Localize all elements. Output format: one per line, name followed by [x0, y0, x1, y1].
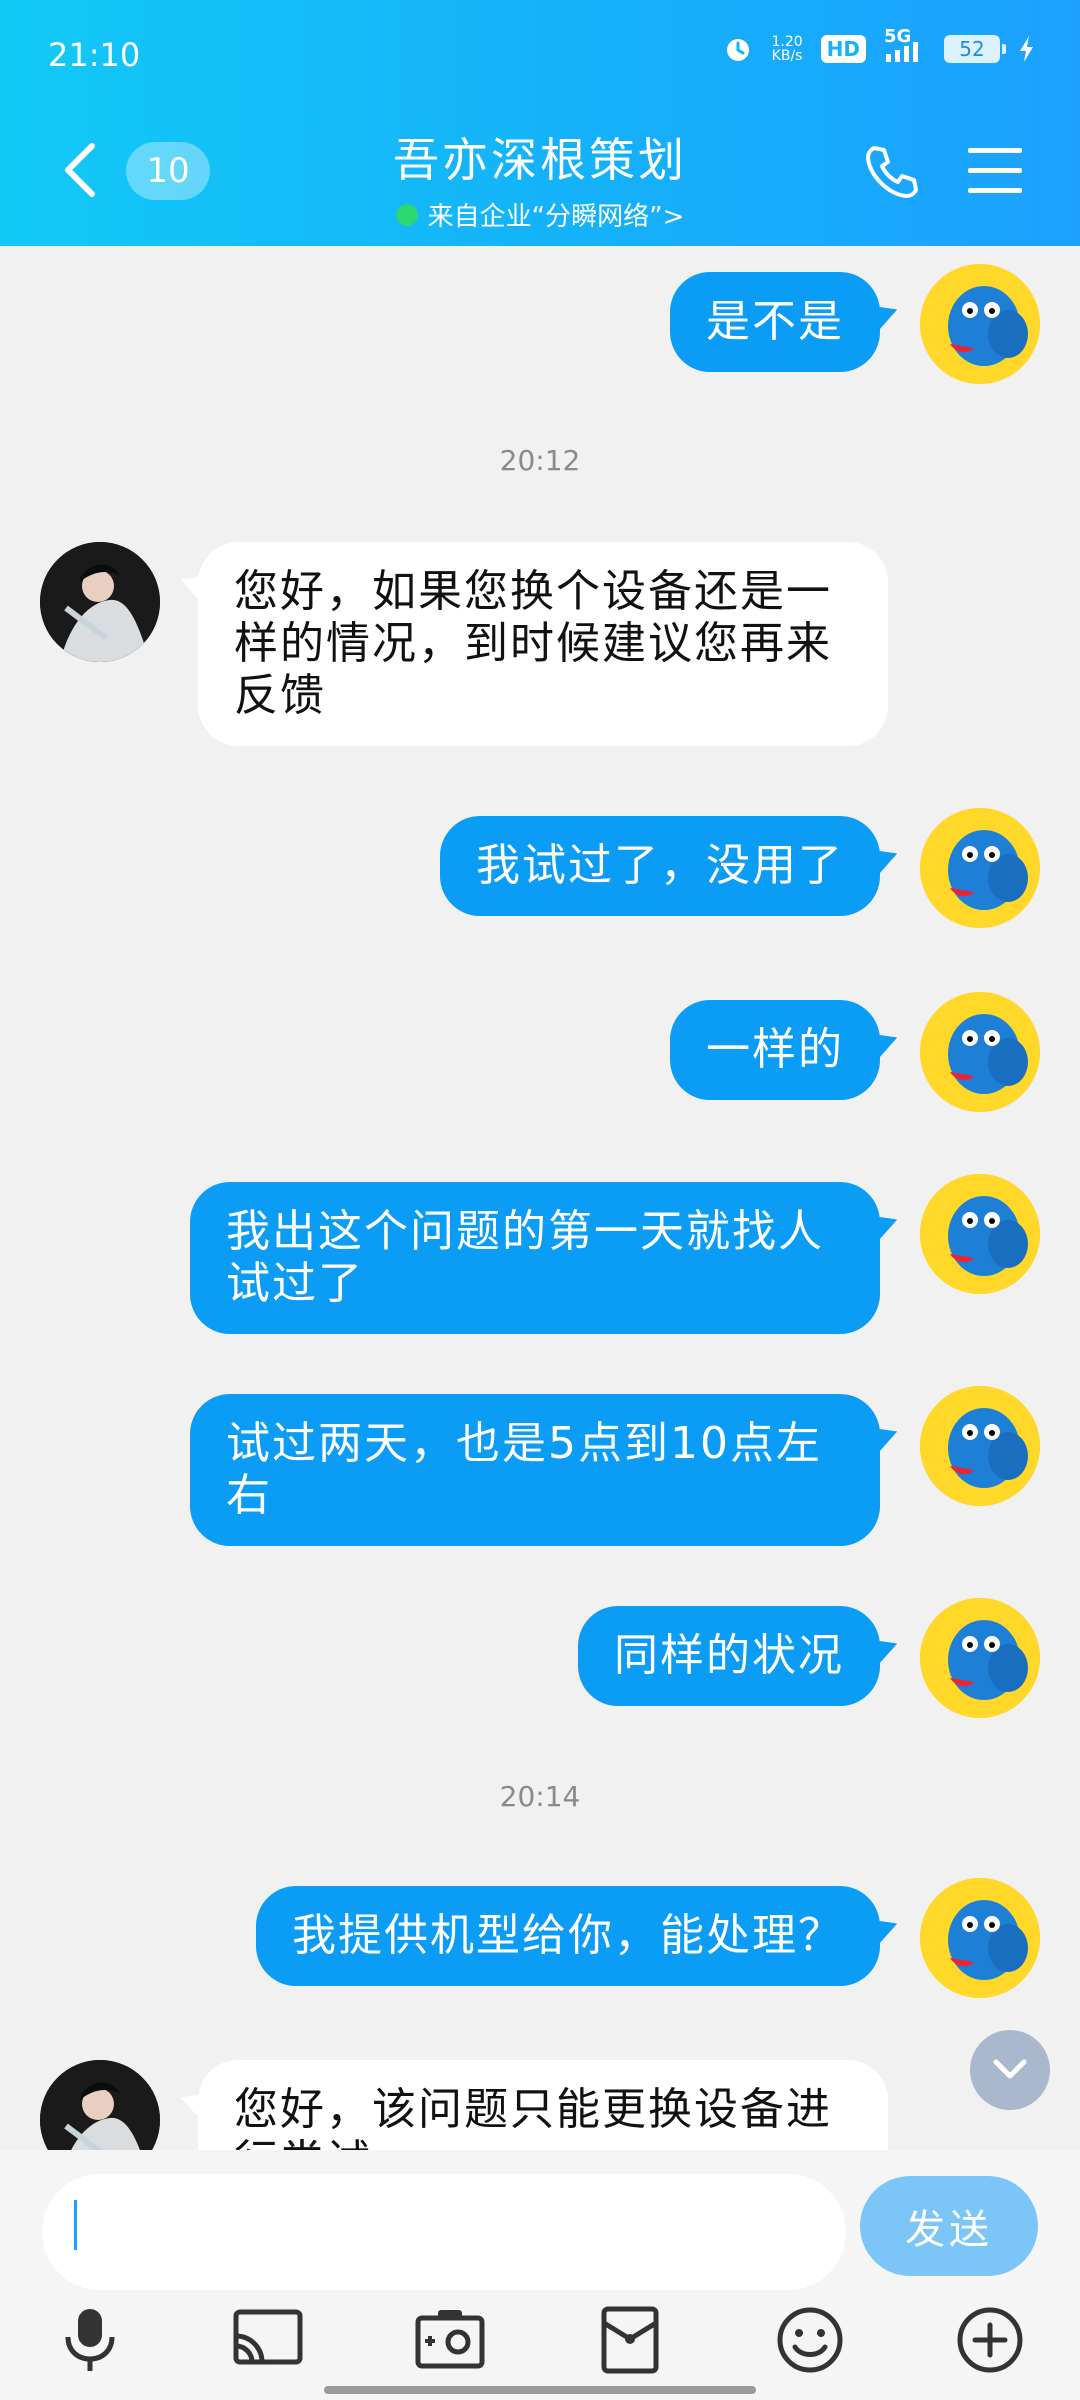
contact-message-bubble[interactable]: 您好，该问题只能更换设备进行尝试	[198, 2060, 888, 2150]
my-avatar[interactable]	[920, 1878, 1040, 1998]
emoji-button[interactable]	[770, 2300, 850, 2380]
message-row: 我提供机型给你，能处理？	[0, 1878, 1080, 2002]
contact-avatar[interactable]	[40, 2060, 160, 2150]
voice-button[interactable]	[50, 2300, 130, 2380]
my-message-bubble[interactable]: 试过两天，也是5点到10点左右	[190, 1394, 880, 1546]
send-button[interactable]: 发送	[860, 2176, 1038, 2276]
my-message-bubble[interactable]: 一样的	[670, 1000, 880, 1100]
company-source: 来自企业“分瞬网络”>	[427, 202, 685, 232]
red-packet-button[interactable]	[590, 2300, 670, 2380]
hd-badge: HD	[820, 35, 866, 63]
photo-button[interactable]	[410, 2300, 490, 2380]
blue-dog-avatar-image	[920, 808, 1040, 928]
status-icons: 1.20 KB/s HD 5G 52	[723, 26, 1036, 64]
network-speed-unit: KB/s	[771, 48, 803, 64]
composer-toolbar	[0, 2300, 1080, 2390]
contact-message-bubble[interactable]: 您好，如果您换个设备还是一样的情况，到时候建议您再来反馈	[198, 542, 888, 746]
message-input[interactable]	[42, 2174, 846, 2290]
my-message-bubble[interactable]: 我出这个问题的第一天就找人试过了	[190, 1182, 880, 1334]
my-avatar[interactable]	[920, 808, 1040, 928]
message-row: 是不是	[0, 264, 1080, 388]
red-packet-icon	[601, 2306, 659, 2374]
screen-share-button[interactable]	[228, 2300, 308, 2380]
message-row: 您好，该问题只能更换设备进行尝试	[0, 2060, 1080, 2150]
chat-title: 吾亦深根策划	[393, 133, 687, 187]
composer: 发送	[0, 2150, 1080, 2400]
plus-icon	[957, 2307, 1023, 2373]
cast-icon	[233, 2309, 303, 2365]
chat-message-list[interactable]: 是不是 20:12 您好，如果您换个设备还是一样的情况，到时候建议您再来反馈 我…	[0, 246, 1080, 2150]
more-button[interactable]	[950, 2300, 1030, 2380]
my-avatar[interactable]	[920, 1174, 1040, 1294]
chat-title-block[interactable]: 吾亦深根策划 来自企业“分瞬网络”>	[240, 124, 840, 233]
message-row: 一样的	[0, 992, 1080, 1116]
chevron-down-icon	[993, 2059, 1027, 2079]
network-speed: 1.20 KB/s	[771, 35, 802, 63]
message-row: 您好，如果您换个设备还是一样的情况，到时候建议您再来反馈	[0, 542, 1080, 752]
blue-dog-avatar-image	[920, 1878, 1040, 1998]
status-bar: 21:10 1.20 KB/s HD 5G 52	[0, 0, 1080, 110]
blue-dog-avatar-image	[920, 1598, 1040, 1718]
message-row: 我出这个问题的第一天就找人试过了	[0, 1174, 1080, 1334]
my-message-bubble[interactable]: 我试过了，没用了	[440, 816, 880, 916]
menu-icon	[968, 148, 1022, 193]
message-row: 试过两天，也是5点到10点左右	[0, 1386, 1080, 1546]
emoji-icon	[777, 2307, 843, 2373]
blue-dog-avatar-image	[920, 264, 1040, 384]
blue-dog-avatar-image	[920, 1386, 1040, 1506]
battery-indicator: 52	[944, 35, 1006, 63]
unread-count-badge[interactable]: 10	[126, 142, 210, 200]
charging-icon	[1018, 34, 1036, 64]
status-time: 21:10	[48, 36, 141, 74]
home-indicator[interactable]	[324, 2386, 756, 2394]
back-button[interactable]	[56, 140, 106, 200]
signal-icon: 5G	[884, 26, 926, 64]
my-avatar[interactable]	[920, 1598, 1040, 1718]
chat-header: 21:10 1.20 KB/s HD 5G 52 10 吾亦深根策划 来自企业“…	[0, 0, 1080, 246]
chevron-left-icon	[65, 143, 95, 197]
message-row: 我试过了，没用了	[0, 808, 1080, 932]
online-status-dot	[395, 203, 418, 226]
contact-avatar-image	[40, 2060, 160, 2150]
message-row: 同样的状况	[0, 1598, 1080, 1722]
message-timestamp: 20:14	[499, 1780, 581, 1813]
chat-subtitle: 来自企业“分瞬网络”>	[395, 196, 685, 233]
network-type: 5G	[884, 26, 912, 47]
text-cursor	[74, 2200, 77, 2250]
photo-icon	[415, 2310, 485, 2369]
blue-dog-avatar-image	[920, 1174, 1040, 1294]
scroll-to-bottom-button[interactable]	[970, 2030, 1050, 2110]
contact-avatar[interactable]	[40, 542, 160, 662]
my-message-bubble[interactable]: 同样的状况	[578, 1606, 880, 1706]
my-message-bubble[interactable]: 是不是	[670, 272, 880, 372]
menu-button[interactable]	[964, 144, 1026, 198]
blue-dog-avatar-image	[920, 992, 1040, 1112]
phone-icon	[866, 146, 918, 198]
my-avatar[interactable]	[920, 992, 1040, 1112]
call-button[interactable]	[860, 140, 924, 204]
message-timestamp: 20:12	[499, 444, 581, 477]
my-message-bubble[interactable]: 我提供机型给你，能处理？	[256, 1886, 880, 1986]
alarm-icon	[723, 34, 753, 64]
my-avatar[interactable]	[920, 264, 1040, 384]
contact-avatar-image	[40, 542, 160, 662]
microphone-icon	[65, 2309, 115, 2371]
my-avatar[interactable]	[920, 1386, 1040, 1506]
